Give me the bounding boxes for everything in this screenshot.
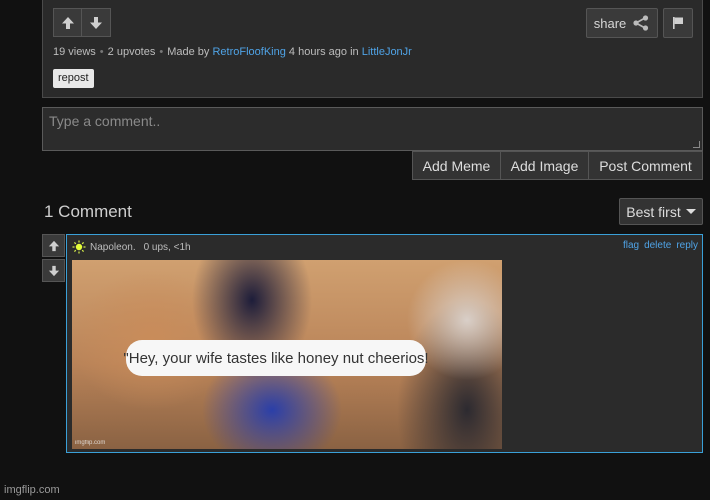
- upvote-button[interactable]: [53, 8, 82, 37]
- arrow-down-icon: [48, 265, 59, 276]
- comment-meme-image[interactable]: "Hey, your wife tastes like honey nut ch…: [72, 260, 502, 449]
- add-meme-button[interactable]: Add Meme: [412, 151, 501, 180]
- share-label: share: [593, 15, 627, 31]
- comment-input[interactable]: Type a comment..: [42, 107, 703, 151]
- view-count: 19 views: [53, 46, 96, 58]
- downvote-button[interactable]: [82, 8, 111, 37]
- sun-badge-icon: [72, 240, 86, 254]
- meme-watermark: imgflip.com: [75, 440, 106, 446]
- resize-handle[interactable]: [693, 141, 700, 148]
- post-meta: 19 views • 2 upvotes • Made by RetroFloofKin…: [53, 46, 412, 58]
- separator-dot: •: [99, 46, 104, 58]
- comment-username[interactable]: Napoleon.: [90, 242, 136, 253]
- comment-header: Napoleon. 0 ups, <1h: [72, 240, 191, 254]
- made-by-label: Made by: [167, 46, 210, 58]
- comment-placeholder: Type a comment..: [49, 113, 161, 129]
- flag-button[interactable]: [663, 8, 693, 38]
- post-comment-button[interactable]: Post Comment: [589, 151, 703, 180]
- separator-dot: •: [159, 46, 164, 58]
- arrow-down-icon: [90, 16, 102, 29]
- comment-card: Napoleon. 0 ups, <1h flag delete reply "…: [66, 234, 703, 453]
- tag-repost[interactable]: repost: [53, 69, 94, 88]
- comment-action-bar: Add Meme Add Image Post Comment: [412, 151, 703, 180]
- author-link[interactable]: RetroFloofKing: [212, 46, 285, 58]
- meme-caption: "Hey, your wife tastes like honey nut ch…: [123, 340, 429, 376]
- reply-link[interactable]: reply: [676, 240, 698, 251]
- comment-actions: flag delete reply: [623, 240, 698, 251]
- time-in-label: 4 hours ago in: [288, 46, 359, 58]
- stream-link[interactable]: LittleJonJr: [362, 46, 412, 58]
- arrow-up-icon: [48, 240, 59, 251]
- site-watermark: imgflip.com: [4, 484, 60, 496]
- arrow-up-icon: [61, 16, 74, 29]
- comment-downvote-button[interactable]: [42, 259, 65, 282]
- comments-count-heading: 1 Comment: [44, 202, 132, 221]
- share-icon: [633, 15, 649, 31]
- caret-down-icon: [685, 209, 696, 214]
- flag-icon: [673, 17, 683, 29]
- flag-link[interactable]: flag: [623, 240, 639, 251]
- upvote-count: 2 upvotes: [107, 46, 156, 58]
- share-button[interactable]: share: [586, 8, 658, 38]
- sort-label: Best first: [626, 203, 681, 220]
- post-panel: share 19 views • 2 upvotes • Made by RetroFl…: [42, 0, 703, 98]
- sort-dropdown[interactable]: Best first: [619, 198, 703, 225]
- add-image-button[interactable]: Add Image: [501, 151, 589, 180]
- post-vote-group: [53, 8, 111, 37]
- delete-link[interactable]: delete: [644, 240, 671, 251]
- comment-meta: 0 ups, <1h: [143, 241, 191, 253]
- comment-upvote-button[interactable]: [42, 234, 65, 257]
